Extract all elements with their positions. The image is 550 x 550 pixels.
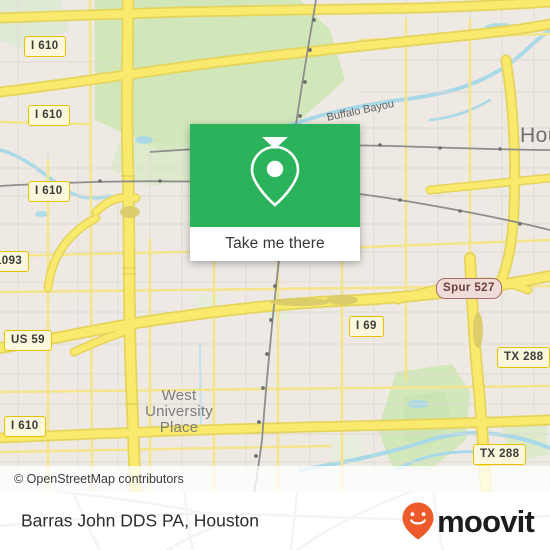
map-pin-icon bbox=[250, 145, 300, 207]
moovit-wordmark: moovit bbox=[437, 503, 535, 539]
openstreetmap-attribution[interactable]: © OpenStreetMap contributors bbox=[14, 472, 184, 486]
footer-bar: Barras John DDS PA, Houston moovit bbox=[0, 492, 550, 550]
shield-i610-south[interactable]: I 610 bbox=[28, 181, 70, 202]
shield-spur527[interactable]: Spur 527 bbox=[436, 278, 502, 299]
take-me-there-button[interactable]: Take me there bbox=[225, 235, 325, 253]
shield-tx1093[interactable]: 1093 bbox=[0, 251, 30, 272]
moovit-smile-pin-icon bbox=[402, 502, 434, 540]
moovit-map-page: I 610 I 610 I 610 1093 US 59 I 610 I 69 … bbox=[0, 0, 550, 550]
map-attribution-bar: © OpenStreetMap contributors bbox=[0, 466, 550, 492]
shield-us59[interactable]: US 59 bbox=[4, 330, 52, 351]
shield-tx288-north[interactable]: TX 288 bbox=[497, 347, 550, 368]
popup-pointer bbox=[262, 137, 288, 149]
shield-i610-north[interactable]: I 610 bbox=[24, 36, 66, 57]
place-title: Barras John DDS PA, Houston bbox=[21, 510, 259, 531]
shield-i610-sw[interactable]: I 610 bbox=[4, 416, 46, 437]
shield-tx288-south[interactable]: TX 288 bbox=[473, 444, 527, 465]
place-label-west-university-place: West University Place bbox=[145, 387, 213, 436]
city-label-houston: Hou bbox=[520, 124, 550, 147]
shield-i69[interactable]: I 69 bbox=[349, 316, 384, 337]
popup-action-area[interactable]: Take me there bbox=[190, 227, 360, 261]
moovit-brand-logo[interactable]: moovit bbox=[401, 501, 535, 541]
shield-i610-mid[interactable]: I 610 bbox=[28, 105, 70, 126]
map-canvas[interactable]: I 610 I 610 I 610 1093 US 59 I 610 I 69 … bbox=[0, 0, 550, 492]
